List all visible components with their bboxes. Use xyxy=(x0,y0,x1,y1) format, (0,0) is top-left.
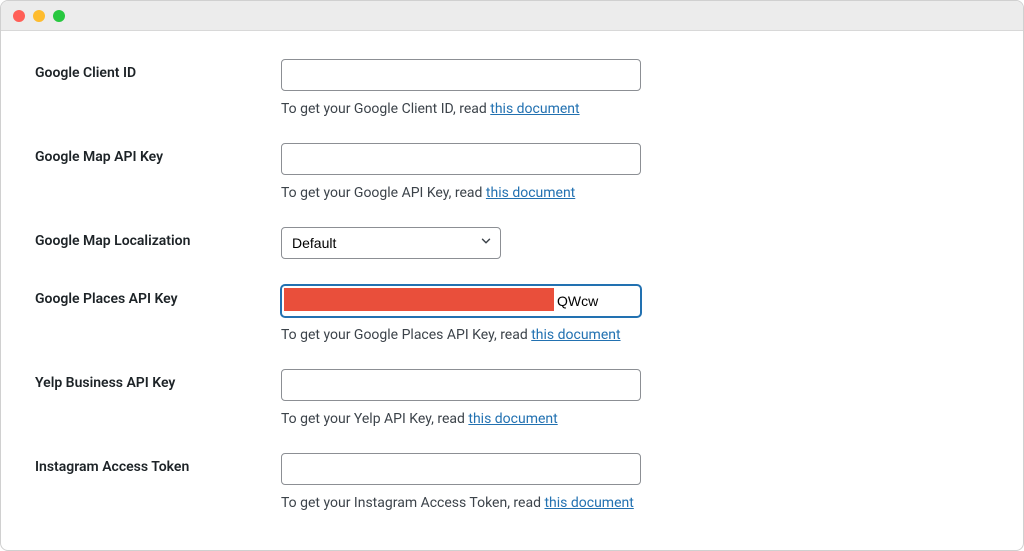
input-google-places-api-key[interactable] xyxy=(281,285,641,317)
input-instagram-token[interactable] xyxy=(281,453,641,485)
select-google-map-localization[interactable]: Default xyxy=(281,227,501,259)
label-google-map-api-key: Google Map API Key xyxy=(35,143,281,165)
minimize-icon[interactable] xyxy=(33,10,45,22)
label-yelp-api-key: Yelp Business API Key xyxy=(35,369,281,391)
row-google-client-id: Google Client ID To get your Google Clie… xyxy=(35,59,989,117)
help-text: To get your Yelp API Key, read xyxy=(281,411,468,427)
help-text: To get your Google Places API Key, read xyxy=(281,327,531,343)
help-google-client-id: To get your Google Client ID, read this … xyxy=(281,101,641,117)
settings-window: Google Client ID To get your Google Clie… xyxy=(0,0,1024,551)
input-google-client-id[interactable] xyxy=(281,59,641,91)
help-instagram-token: To get your Instagram Access Token, read… xyxy=(281,495,641,511)
row-google-map-api-key: Google Map API Key To get your Google AP… xyxy=(35,143,989,201)
label-google-map-localization: Google Map Localization xyxy=(35,227,281,249)
help-link-instagram-token[interactable]: this document xyxy=(544,495,633,511)
label-instagram-token: Instagram Access Token xyxy=(35,453,281,475)
row-google-map-localization: Google Map Localization Default xyxy=(35,227,989,259)
settings-form: Google Client ID To get your Google Clie… xyxy=(1,31,1023,551)
help-text: To get your Google API Key, read xyxy=(281,185,486,201)
row-yelp-api-key: Yelp Business API Key To get your Yelp A… xyxy=(35,369,989,427)
input-yelp-api-key[interactable] xyxy=(281,369,641,401)
input-google-map-api-key[interactable] xyxy=(281,143,641,175)
help-google-map-api-key: To get your Google API Key, read this do… xyxy=(281,185,641,201)
help-text: To get your Google Client ID, read xyxy=(281,101,490,117)
help-link-google-map-api-key[interactable]: this document xyxy=(486,185,575,201)
help-google-places-api-key: To get your Google Places API Key, read … xyxy=(281,327,641,343)
help-text: To get your Instagram Access Token, read xyxy=(281,495,544,511)
row-google-places-api-key: Google Places API Key To get your Google… xyxy=(35,285,989,343)
label-google-client-id: Google Client ID xyxy=(35,59,281,81)
window-titlebar xyxy=(1,1,1023,31)
close-icon[interactable] xyxy=(13,10,25,22)
help-link-google-places-api-key[interactable]: this document xyxy=(531,327,620,343)
help-link-google-client-id[interactable]: this document xyxy=(490,101,579,117)
maximize-icon[interactable] xyxy=(53,10,65,22)
help-yelp-api-key: To get your Yelp API Key, read this docu… xyxy=(281,411,641,427)
row-instagram-token: Instagram Access Token To get your Insta… xyxy=(35,453,989,511)
help-link-yelp-api-key[interactable]: this document xyxy=(468,411,557,427)
label-google-places-api-key: Google Places API Key xyxy=(35,285,281,307)
